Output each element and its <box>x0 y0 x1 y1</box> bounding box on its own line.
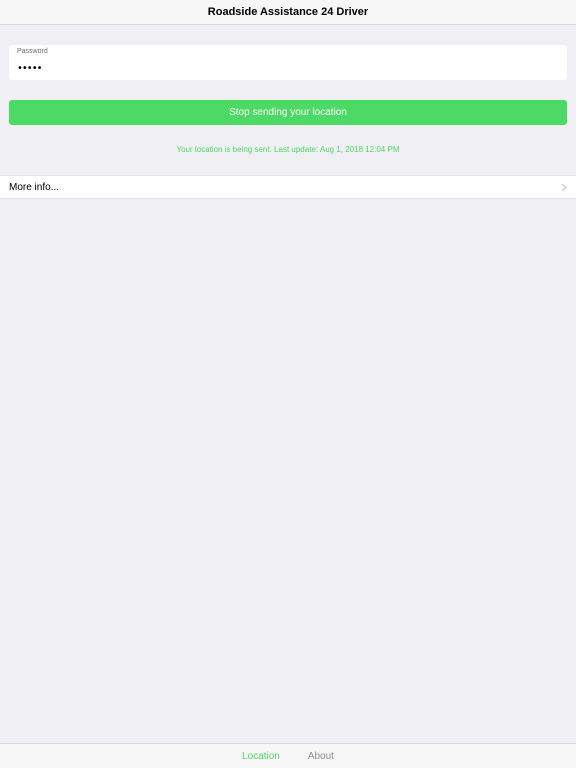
navigation-bar: Roadside Assistance 24 Driver <box>0 0 576 25</box>
password-field-container[interactable]: Password <box>9 45 567 80</box>
password-label: Password <box>17 48 48 55</box>
more-info-row[interactable]: More info... <box>0 175 576 199</box>
more-info-label: More info... <box>9 181 60 193</box>
password-input[interactable] <box>17 60 557 76</box>
location-status-text: Your location is being sent. Last update… <box>176 145 400 154</box>
tab-about[interactable]: About <box>308 751 334 762</box>
tab-bar: Location About <box>0 743 576 768</box>
stop-sending-location-button[interactable]: Stop sending your location <box>9 100 567 125</box>
tab-location[interactable]: Location <box>242 751 280 762</box>
page-title: Roadside Assistance 24 Driver <box>207 6 369 18</box>
chevron-right-icon <box>561 183 567 191</box>
